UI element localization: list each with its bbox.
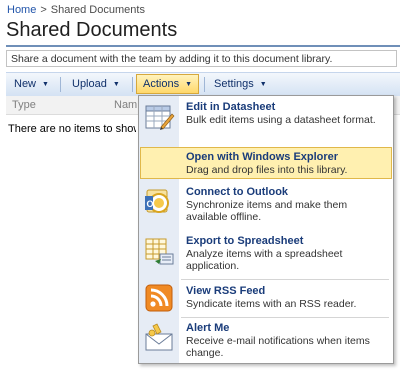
menu-item-title: Alert Me [186,322,230,334]
toolbar-separator [132,77,133,92]
spreadsheet-icon [145,238,174,265]
menu-item-view-rss-feed[interactable]: View RSS Feed Syndicate items with an RS… [140,282,392,314]
chevron-down-icon: ▼ [112,81,120,88]
menu-item-title: Open with Windows Explorer [186,151,339,163]
alert-icon [145,323,173,351]
menu-item-description: Analyze items with a spreadsheet applica… [186,248,343,272]
chevron-down-icon: ▼ [185,81,193,88]
menu-item-title: Connect to Outlook [186,186,289,198]
page-title: Shared Documents [6,19,178,41]
empty-list-message: There are no items to show in this view … [8,123,136,135]
settings-button[interactable]: Settings ▼ [214,74,267,94]
datasheet-icon [145,105,175,130]
outlook-icon: O [145,189,169,213]
breadcrumb-current: Shared Documents [50,4,145,16]
rss-icon [145,284,173,312]
chevron-down-icon: ▼ [259,81,267,88]
library-toolbar: New ▼ Upload ▼ Actions ▼ Settings ▼ [6,72,400,97]
breadcrumb-separator: > [40,4,47,16]
menu-divider [181,317,389,318]
actions-menu: Edit in Datasheet Bulk edit items using … [138,95,394,364]
menu-item-description: Receive e-mail notifications when items … [186,335,370,359]
upload-button-label: Upload [72,78,107,90]
svg-text:O: O [147,199,154,209]
title-divider [6,45,400,47]
menu-item-description: Bulk edit items using a datasheet format… [186,114,376,126]
actions-button-label: Actions [143,78,180,90]
menu-item-export-to-spreadsheet[interactable]: Export to Spreadsheet Analyze items with… [140,232,392,276]
menu-item-description: Drag and drop files into this library. [186,164,348,176]
menu-item-title: View RSS Feed [186,285,266,297]
column-type[interactable]: Type [12,99,36,111]
settings-button-label: Settings [214,78,254,90]
breadcrumb: Home > Shared Documents [7,4,145,16]
upload-button[interactable]: Upload ▼ [72,74,120,94]
menu-item-description: Syndicate items with an RSS reader. [186,298,357,310]
actions-button[interactable]: Actions ▼ [136,74,200,94]
menu-item-title: Edit in Datasheet [186,101,276,113]
menu-item-connect-to-outlook[interactable]: O Connect to Outlook Synchronize items a… [140,183,392,227]
menu-item-title: Export to Spreadsheet [186,235,304,247]
menu-divider [181,279,389,280]
library-description: Share a document with the team by adding… [6,50,397,67]
menu-item-alert-me[interactable]: Alert Me Receive e-mail notifications wh… [140,319,392,361]
breadcrumb-home-link[interactable]: Home [7,4,36,16]
column-name[interactable]: Nam [114,99,137,111]
menu-item-edit-in-datasheet[interactable]: Edit in Datasheet Bulk edit items using … [140,98,392,142]
menu-item-open-with-windows-explorer[interactable]: Open with Windows Explorer Drag and drop… [140,147,392,179]
toolbar-separator [204,77,205,92]
chevron-down-icon: ▼ [42,81,49,88]
menu-item-description: Synchronize items and make them availabl… [186,199,348,223]
new-button-label: New [14,78,37,90]
new-button[interactable]: New ▼ [14,74,49,94]
toolbar-separator [60,77,61,92]
